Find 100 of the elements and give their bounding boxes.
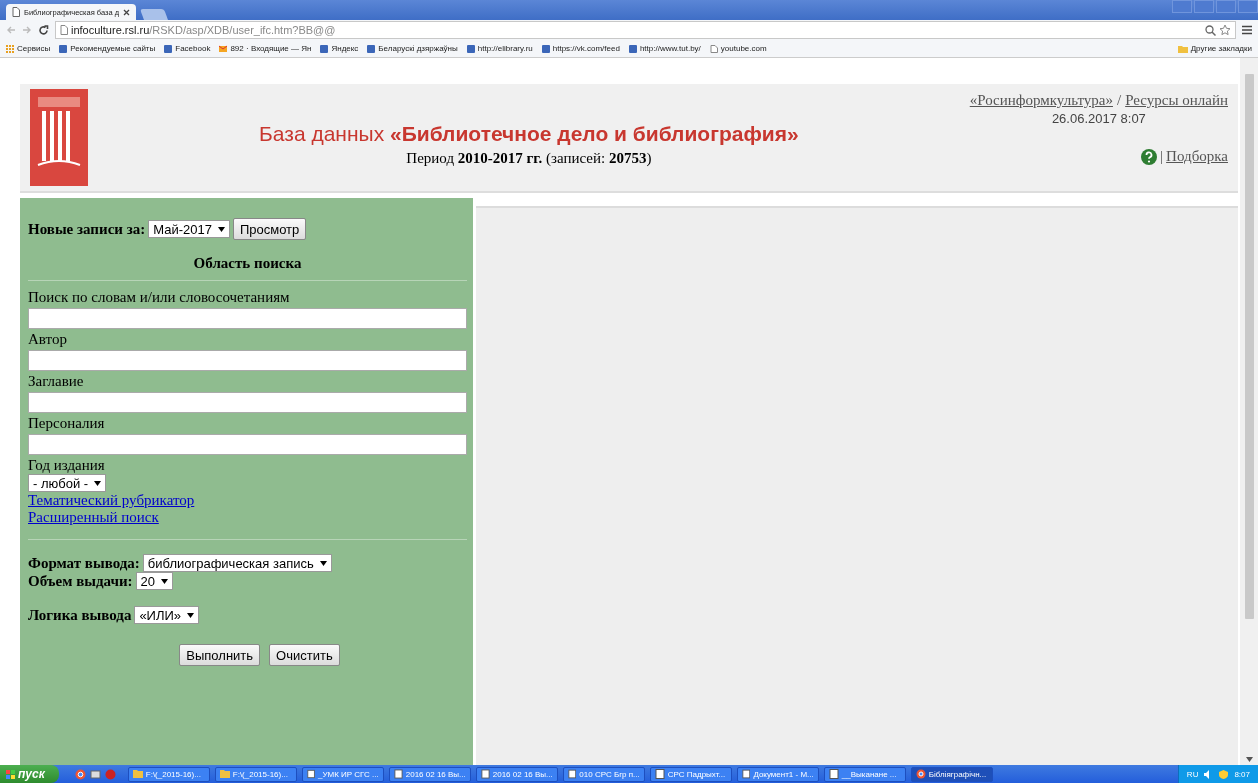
- reload-icon[interactable]: [38, 24, 49, 36]
- dropdown[interactable]: Май-2017: [148, 220, 230, 238]
- clock-text: 8:07: [1234, 769, 1250, 779]
- link[interactable]: Ресурсы онлайн: [1125, 92, 1228, 109]
- maximize-button[interactable]: [1216, 0, 1236, 13]
- bookmark[interactable]: 892 · Входящие — Ян: [219, 44, 312, 53]
- mail-icon: [219, 44, 228, 53]
- bookmark[interactable]: Рекомендуемые сайты: [59, 44, 156, 53]
- view-button[interactable]: Просмотр: [232, 218, 307, 240]
- taskbar-button[interactable]: Бібліяграфічн...: [910, 766, 993, 782]
- page-icon: [709, 44, 718, 53]
- period-text: Период 2010-2017 гг. (записей: 20753): [406, 150, 652, 167]
- site-icon: [541, 44, 550, 53]
- url-text: infoculture.rsl.ru/RSKD/asp/XDB/user_ifc.htm?BB@@: [71, 24, 336, 36]
- dropdown[interactable]: 20: [135, 572, 174, 590]
- document-icon: [393, 769, 403, 779]
- field-label: Новые записи за:: [28, 220, 146, 238]
- bookmark[interactable]: youtube.com: [709, 44, 767, 53]
- address-bar[interactable]: infoculture.rsl.ru/RSKD/asp/XDB/user_ifc.htm?BB@@: [55, 21, 1236, 39]
- dropdown[interactable]: - любой -: [28, 474, 107, 492]
- section-title: Область поиска: [192, 255, 303, 272]
- bookmark-folder[interactable]: Другие закладки: [1177, 44, 1252, 53]
- user-button[interactable]: [1172, 0, 1192, 13]
- desktop-icon[interactable]: [89, 768, 101, 780]
- taskbar-button[interactable]: 2016 02 16 Вы...: [475, 766, 558, 782]
- caret-icon: [161, 578, 169, 584]
- input-field[interactable]: [28, 434, 467, 455]
- field-label: Автор: [28, 331, 68, 348]
- bookmark[interactable]: Facebook: [164, 44, 211, 53]
- minimize-button[interactable]: [1194, 0, 1214, 13]
- field-label: Логика вывода: [28, 606, 132, 624]
- windows-logo-icon: [6, 769, 15, 779]
- apps-icon: [6, 44, 14, 53]
- link[interactable]: Расширенный поиск: [28, 509, 159, 526]
- taskbar-button[interactable]: F:\(_2015-16)...: [127, 766, 210, 782]
- bookmark[interactable]: Яндекс: [320, 44, 359, 53]
- caret-icon: [217, 226, 225, 232]
- database-title: База данных «Библиотечное дело и библиография»: [259, 122, 799, 146]
- field-label: Формат вывода:: [28, 554, 140, 572]
- separator-text: /: [1116, 92, 1122, 109]
- page-icon: [12, 7, 20, 17]
- caret-icon: [187, 612, 195, 618]
- field-label: Поиск по словам и/или словосочетаниям: [28, 289, 291, 306]
- scroll-down-icon[interactable]: [1245, 757, 1253, 762]
- document-icon: [480, 769, 490, 779]
- date-text: 26.06.2017 8:07: [1051, 111, 1146, 126]
- close-icon[interactable]: [123, 8, 131, 16]
- taskbar-button[interactable]: Документ1 - М...: [736, 766, 819, 782]
- page-icon: [60, 25, 68, 35]
- dropdown[interactable]: библиографическая запись: [142, 554, 332, 572]
- input-field[interactable]: [28, 350, 467, 371]
- scrollbar-thumb[interactable]: [1244, 74, 1254, 619]
- input-field[interactable]: [28, 308, 467, 329]
- field-label: Год издания: [28, 457, 106, 474]
- document-icon: [654, 769, 665, 779]
- document-icon: [741, 769, 751, 779]
- clear-button[interactable]: Очистить: [269, 644, 340, 666]
- link[interactable]: Тематический рубрикатор: [28, 492, 195, 509]
- document-icon: [306, 769, 315, 779]
- dropdown[interactable]: «ИЛИ»: [134, 606, 200, 624]
- shield-icon[interactable]: [1219, 769, 1229, 779]
- folder-icon: [219, 769, 230, 779]
- bookmark[interactable]: http://elibrary.ru: [466, 44, 533, 53]
- scrollbar[interactable]: [1240, 58, 1258, 765]
- forward-icon[interactable]: [22, 25, 32, 35]
- bookmark[interactable]: http://www.tut.by/: [628, 44, 701, 53]
- site-icon: [628, 44, 637, 53]
- input-field[interactable]: [28, 392, 467, 413]
- folder-icon: [132, 769, 143, 779]
- document-icon: [828, 769, 839, 779]
- separator-text: |: [1160, 148, 1164, 165]
- bookmark[interactable]: Беларускі дзяржаўны: [367, 44, 458, 53]
- help-icon[interactable]: [1141, 148, 1158, 165]
- site-icon: [367, 44, 376, 53]
- close-button[interactable]: [1238, 0, 1258, 13]
- bookmark[interactable]: https://vk.com/feed: [541, 44, 620, 53]
- taskbar-button[interactable]: __Выканане ...: [823, 766, 906, 782]
- site-icon: [164, 44, 173, 53]
- document-icon: [567, 769, 577, 779]
- taskbar-button[interactable]: 010 СРС Бгр п...: [562, 766, 645, 782]
- star-icon[interactable]: [1219, 24, 1231, 36]
- field-label: Объем выдачи:: [28, 572, 133, 590]
- link[interactable]: Подборка: [1166, 148, 1228, 165]
- caret-icon: [319, 560, 327, 566]
- taskbar-button[interactable]: 2016 02 16 Вы...: [388, 766, 471, 782]
- menu-icon[interactable]: [1242, 25, 1252, 35]
- folder-icon: [1177, 44, 1188, 53]
- site-icon: [59, 44, 68, 53]
- zoom-icon[interactable]: [1205, 24, 1216, 36]
- new-tab-button[interactable]: [140, 9, 169, 20]
- bookmark[interactable]: Сервисы: [6, 44, 51, 53]
- caret-icon: [94, 480, 102, 486]
- link[interactable]: «Росинформкультура»: [969, 92, 1113, 109]
- taskbar-button[interactable]: F:\(_2015-16)...: [214, 766, 297, 782]
- browser-icon[interactable]: [74, 768, 86, 780]
- field-label: Заглавие: [28, 373, 85, 390]
- execute-button[interactable]: Выполнить: [179, 644, 261, 666]
- back-icon[interactable]: [6, 25, 16, 35]
- taskbar-button[interactable]: _УМК ИР СГС ...: [301, 766, 384, 782]
- taskbar-button[interactable]: СРС Падрыхт...: [649, 766, 732, 782]
